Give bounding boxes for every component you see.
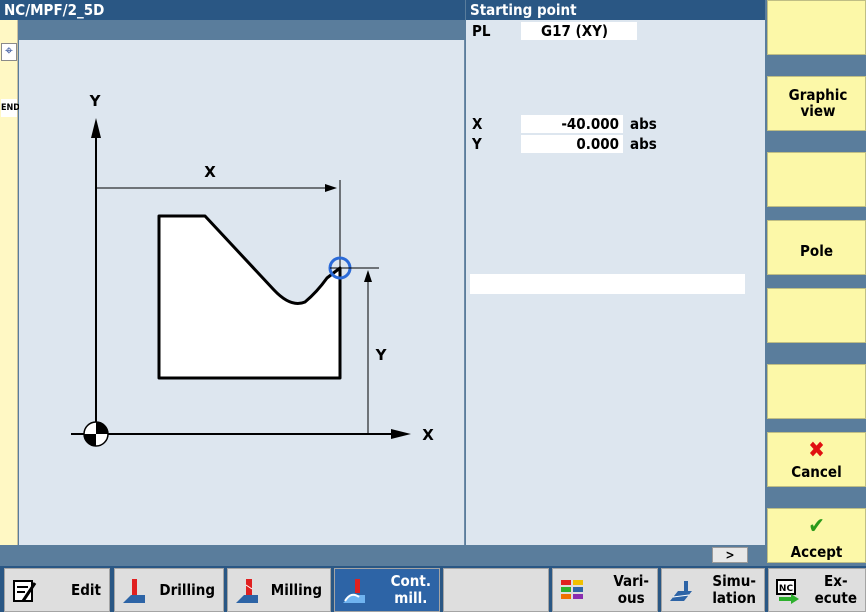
horizontal-softkey-empty[interactable] [443,568,549,612]
cancel-icon: ✖ [808,438,825,463]
program-block-strip: ⌖ END [0,20,20,545]
contour-milling-icon [343,579,365,603]
graphic-view-button[interactable]: Graphic view [767,76,866,131]
various-button[interactable]: Vari- ous [552,568,658,612]
y-unit[interactable]: abs [630,135,657,153]
milling-button[interactable]: Milling [227,568,331,612]
edit-icon [13,580,37,602]
x-coordinate-input[interactable]: -40.000 [521,115,623,133]
crosshair-icon[interactable]: ⌖ [1,43,17,61]
y-axis-arrow [91,118,101,138]
vertical-softkey-1[interactable] [767,0,866,55]
program-path-title: NC/MPF/2_5D [0,0,465,20]
y-dimension-label: Y [375,346,388,364]
screen-title: Starting point [466,0,765,20]
drilling-icon [123,579,145,603]
status-bar [0,545,765,565]
edit-button[interactable]: Edit [4,568,110,612]
vertical-softkey-6[interactable] [767,364,866,419]
x-label: X [472,115,483,133]
milling-icon [236,579,258,603]
accept-button[interactable]: ✔ Accept [767,508,866,563]
plane-select-field[interactable]: G17 (XY) [521,22,637,40]
x-axis-arrow [391,429,411,439]
execute-button[interactable]: NC Ex- ecute [768,568,866,612]
y-axis-label: Y [89,92,102,110]
pl-label: PL [472,22,491,40]
y-label: Y [472,135,482,153]
drilling-button[interactable]: Drilling [114,568,224,612]
contour-shape [157,214,342,380]
message-line [470,274,745,294]
vertical-softkey-5[interactable] [767,288,866,343]
y-coordinate-input[interactable]: 0.000 [521,135,623,153]
x-axis-label: X [422,426,434,444]
x-dimension-label: X [204,163,216,181]
cancel-button[interactable]: ✖ Cancel [767,432,866,487]
pole-button[interactable]: Pole [767,220,866,275]
help-graphic: Y X X Y [19,40,465,545]
starting-point-diagram: Y X X Y [71,92,434,447]
simulation-icon [670,581,692,601]
vertical-softkey-3[interactable] [767,152,866,207]
more-button[interactable]: > [712,547,748,563]
execute-icon: NC [776,579,799,604]
origin-marker [83,421,109,447]
accept-icon: ✔ [808,514,825,539]
svg-text:NC: NC [779,584,794,594]
x-unit[interactable]: abs [630,115,657,133]
simulation-button[interactable]: Simu- lation [661,568,765,612]
parameter-panel: PL G17 (XY) X -40.000 abs Y 0.000 abs [466,20,765,545]
contour-milling-button[interactable]: Cont. mill. [334,568,440,612]
various-icon [561,580,583,599]
end-marker[interactable]: END [1,99,20,117]
